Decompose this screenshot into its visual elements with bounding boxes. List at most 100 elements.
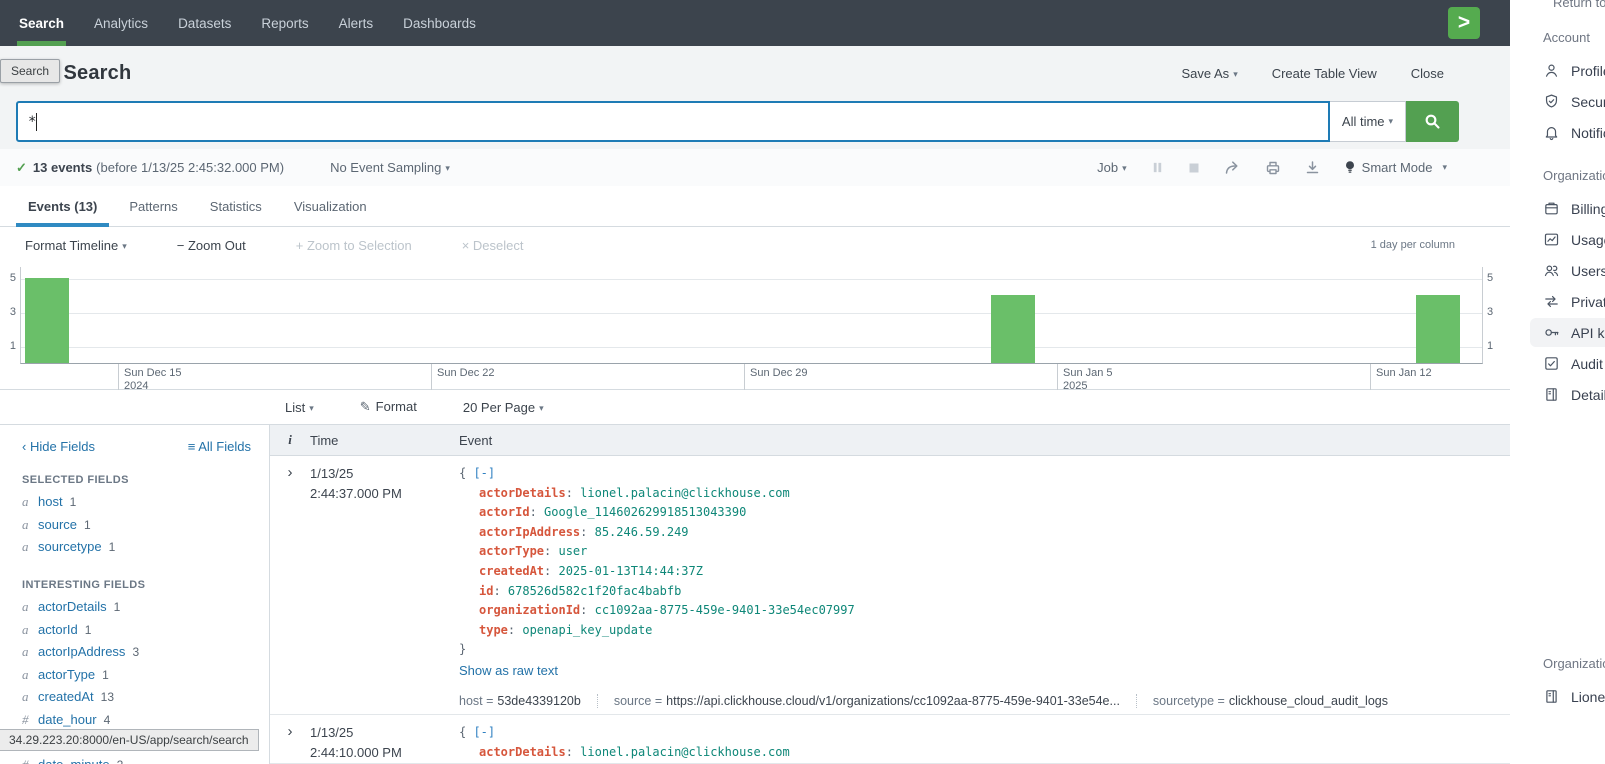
deselect-button[interactable]: × Deselect [462,238,524,253]
save-as-button[interactable]: Save As▾ [1181,66,1237,81]
per-page-dropdown[interactable]: 20 Per Page▾ [463,400,544,415]
settings-item-notifications[interactable]: Notifications [1510,117,1605,148]
zoom-out-button[interactable]: − Zoom Out [177,238,246,253]
field-name[interactable]: actorDetails [38,599,107,614]
json-value[interactable]: lionel.palacin@clickhouse.com [580,745,790,759]
nav-item-dashboards[interactable]: Dashboards [388,0,491,46]
x-axis-label-line1: Sun Dec 22 [437,367,494,380]
print-icon[interactable] [1265,160,1281,176]
share-icon[interactable] [1224,160,1241,175]
timeline-bar-fri-jan-3-2025[interactable] [991,295,1035,363]
download-icon[interactable] [1305,160,1320,175]
field-name[interactable]: sourcetype [38,539,102,554]
json-collapse-toggle[interactable]: [-] [473,725,495,739]
meta-key: source = [614,694,662,708]
smart-mode-toggle[interactable]: Smart Mode ▾ [1344,160,1447,175]
list-view-dropdown[interactable]: List▾ [285,400,314,415]
json-collapse-toggle[interactable]: [-] [473,466,495,480]
json-key[interactable]: createdAt [479,564,544,578]
field-item-date-minute[interactable]: #date_minute2 [22,757,269,764]
field-name[interactable]: actorIpAddress [38,644,125,659]
nav-item-search[interactable]: Search [4,0,79,46]
event-sampling-dropdown[interactable]: No Event Sampling▾ [330,160,450,175]
field-name[interactable]: date_minute [38,757,110,764]
all-fields-link[interactable]: ≡ All Fields [188,439,251,454]
field-item-actortype[interactable]: aactorType1 [22,667,269,683]
field-item-host[interactable]: ahost1 [22,494,269,510]
json-key[interactable]: actorId [479,505,530,519]
search-button[interactable] [1406,101,1459,142]
settings-item-users[interactable]: Users [1510,255,1605,286]
field-item-actoripaddress[interactable]: aactorIpAddress3 [22,644,269,660]
create-table-view-button[interactable]: Create Table View [1272,66,1377,81]
json-value[interactable]: 2025-01-13T14:44:37Z [558,564,703,578]
hide-fields-link[interactable]: ‹ Hide Fields [22,439,95,454]
field-name[interactable]: date_hour [38,712,97,727]
nav-item-alerts[interactable]: Alerts [324,0,389,46]
settings-item-profile[interactable]: Profile [1510,55,1605,86]
show-raw-text-link[interactable]: Show as raw text [459,663,558,678]
field-name[interactable]: source [38,517,77,532]
settings-item-billing[interactable]: Billing [1510,193,1605,224]
field-name[interactable]: actorId [38,622,78,637]
json-value[interactable]: Google_114602629918513043390 [544,505,746,519]
job-menu[interactable]: Job▾ [1097,160,1127,175]
timeline-bar-mon-jan-13-2025[interactable] [1416,295,1460,363]
nav-item-analytics[interactable]: Analytics [79,0,163,46]
pause-icon[interactable] [1151,161,1164,174]
json-value[interactable]: 85.246.59.249 [595,525,689,539]
json-key[interactable]: actorIpAddress [479,525,580,539]
json-key[interactable]: actorDetails [479,745,566,759]
meta-value[interactable]: clickhouse_cloud_audit_logs [1229,694,1388,708]
json-value[interactable]: cc1092aa-8775-459e-9401-33e54ec07997 [595,603,855,617]
nav-item-datasets[interactable]: Datasets [163,0,246,46]
settings-item-label: Security [1571,94,1605,110]
json-value[interactable]: user [558,544,587,558]
field-name[interactable]: createdAt [38,689,94,704]
format-timeline-dropdown[interactable]: Format Timeline▾ [25,238,127,253]
json-value[interactable]: 678526d582c1f20fac4babfb [508,584,681,598]
field-item-actordetails[interactable]: aactorDetails1 [22,599,269,615]
field-name[interactable]: actorType [38,667,95,682]
tab-statistics[interactable]: Statistics [198,186,274,226]
tab-visualization[interactable]: Visualization [282,186,379,226]
settings-item-usage[interactable]: Usage [1510,224,1605,255]
format-button[interactable]: ✎Format [360,399,417,415]
json-value[interactable]: openapi_key_update [522,623,652,637]
list-icon: ≡ [188,439,196,454]
expand-chevron-icon[interactable]: › [270,464,310,714]
json-key[interactable]: id [479,584,493,598]
settings-item-lionel[interactable]: Lionel [1510,681,1605,712]
return-to-link[interactable]: Return to [1553,0,1605,10]
settings-item-audit[interactable]: Audit [1510,348,1605,379]
meta-value[interactable]: 53de4339120b [497,694,580,708]
expand-chevron-icon[interactable]: › [270,723,310,763]
search-input[interactable]: * [16,101,1330,142]
json-value[interactable]: lionel.palacin@clickhouse.com [580,486,790,500]
field-item-source[interactable]: asource1 [22,517,269,533]
stop-icon[interactable] [1188,162,1200,174]
field-item-date-hour[interactable]: #date_hour4 [22,712,269,728]
json-key[interactable]: actorType [479,544,544,558]
json-key[interactable]: organizationId [479,603,580,617]
settings-item-api-keys[interactable]: API keys [1510,317,1605,348]
close-button[interactable]: Close [1411,66,1444,81]
field-item-createdat[interactable]: acreatedAt13 [22,689,269,705]
tab-patterns[interactable]: Patterns [117,186,189,226]
tab-events-13[interactable]: Events (13) [16,186,109,226]
json-key[interactable]: type [479,623,508,637]
settings-item-details[interactable]: Details [1510,379,1605,410]
settings-item-private-endpoints[interactable]: Private endpoints [1510,286,1605,317]
meta-value[interactable]: https://api.clickhouse.cloud/v1/organiza… [666,694,1120,708]
field-name[interactable]: host [38,494,63,509]
splunk-logo[interactable]: > [1448,7,1480,39]
time-range-picker[interactable]: All time ▾ [1330,101,1406,142]
field-item-sourcetype[interactable]: asourcetype1 [22,539,269,555]
json-key[interactable]: actorDetails [479,486,566,500]
zoom-to-selection-button[interactable]: + Zoom to Selection [296,238,412,253]
field-item-actorid[interactable]: aactorId1 [22,622,269,638]
timeline-bar-fri-dec-13-2024[interactable] [25,278,69,363]
nav-item-reports[interactable]: Reports [246,0,323,46]
settings-item-security[interactable]: Security [1510,86,1605,117]
field-count: 1 [114,600,121,614]
